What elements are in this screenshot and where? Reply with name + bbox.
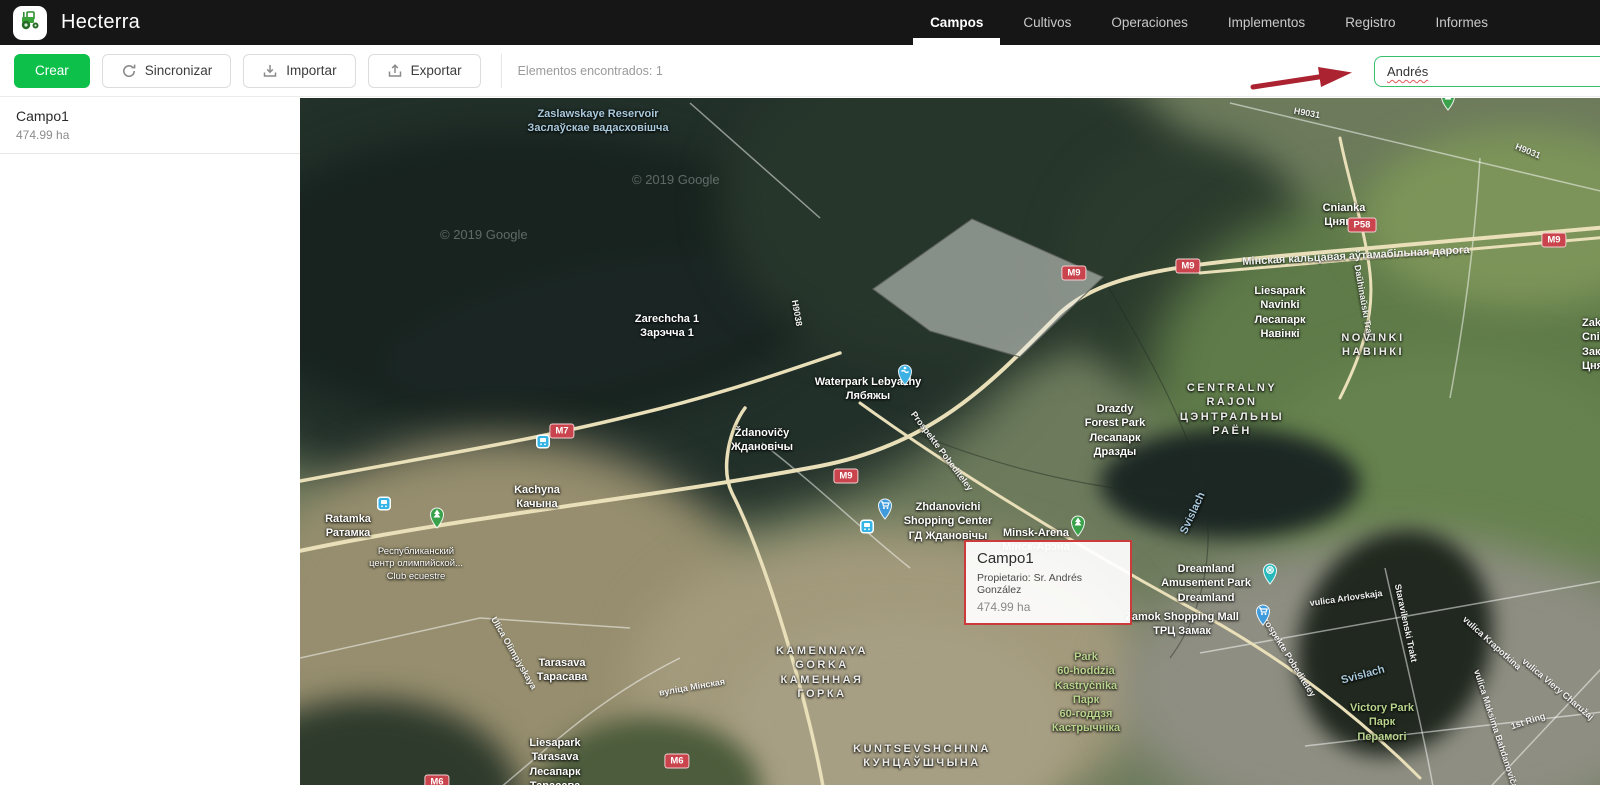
tooltip-area: 474.99 ha — [977, 600, 1119, 614]
create-button[interactable]: Crear — [14, 54, 90, 88]
field-list-item[interactable]: Campo1 474.99 ha — [0, 98, 300, 154]
tab-campos[interactable]: Campos — [930, 0, 983, 45]
page-title: Hecterra — [61, 11, 140, 34]
green-pin[interactable] — [428, 505, 446, 534]
bus-icon[interactable] — [377, 497, 391, 516]
field-tooltip: Campo1 Propietario: Sr. Andrés González … — [964, 540, 1132, 625]
green-pin[interactable] — [1069, 513, 1087, 542]
toolbar-divider — [501, 54, 502, 88]
export-label: Exportar — [411, 63, 462, 78]
toolbar: Crear Sincronizar Importar — [0, 45, 1600, 97]
tab-informes[interactable]: Informes — [1435, 0, 1488, 45]
ferris-pin[interactable] — [1261, 561, 1279, 590]
import-icon — [262, 63, 278, 79]
satellite-map[interactable]: © 2019 Google© 2019 Google Zaslawskaye R… — [300, 98, 1600, 785]
green-pin[interactable] — [1439, 98, 1457, 116]
annotation-arrow — [1248, 63, 1360, 98]
header: Hecterra Campos Cultivos Operaciones Implem… — [0, 0, 1600, 45]
import-button[interactable]: Importar — [243, 54, 355, 88]
search-input[interactable]: Andrés — [1374, 56, 1600, 87]
field-polygon[interactable] — [873, 219, 1103, 357]
cart-pin[interactable] — [876, 496, 894, 525]
tab-cultivos[interactable]: Cultivos — [1023, 0, 1071, 45]
tab-registro[interactable]: Registro — [1345, 0, 1395, 45]
import-label: Importar — [286, 63, 336, 78]
sidebar-list: Campo1 474.99 ha — [0, 98, 300, 154]
app-logo[interactable] — [13, 6, 47, 40]
export-icon — [387, 63, 403, 79]
roads-layer — [300, 98, 1600, 785]
sync-label: Sincronizar — [145, 63, 213, 78]
tractor-logo-icon — [18, 8, 42, 37]
tooltip-title: Campo1 — [977, 550, 1119, 567]
tooltip-owner: Propietario: Sr. Andrés González — [977, 572, 1119, 596]
sync-button[interactable]: Sincronizar — [102, 54, 232, 88]
fields-sidebar: Campo1 474.99 ha — [0, 98, 300, 785]
bus-icon[interactable] — [536, 435, 550, 454]
field-area: 474.99 ha — [16, 128, 284, 142]
cart-pin[interactable] — [1254, 602, 1272, 631]
refresh-icon — [121, 63, 137, 79]
tab-operaciones[interactable]: Operaciones — [1111, 0, 1188, 45]
results-count: Elementos encontrados: 1 — [518, 64, 663, 78]
tab-implementos[interactable]: Implementos — [1228, 0, 1305, 45]
bus-icon[interactable] — [860, 520, 874, 539]
field-name: Campo1 — [16, 108, 284, 124]
water-pin[interactable] — [896, 362, 914, 391]
nav-tabs: Campos Cultivos Operaciones Implementos Regi… — [930, 0, 1600, 45]
search-value: Andrés — [1387, 64, 1428, 79]
hecterra-app: Hecterra Campos Cultivos Operaciones Implem… — [0, 0, 1600, 785]
export-button[interactable]: Exportar — [368, 54, 481, 88]
